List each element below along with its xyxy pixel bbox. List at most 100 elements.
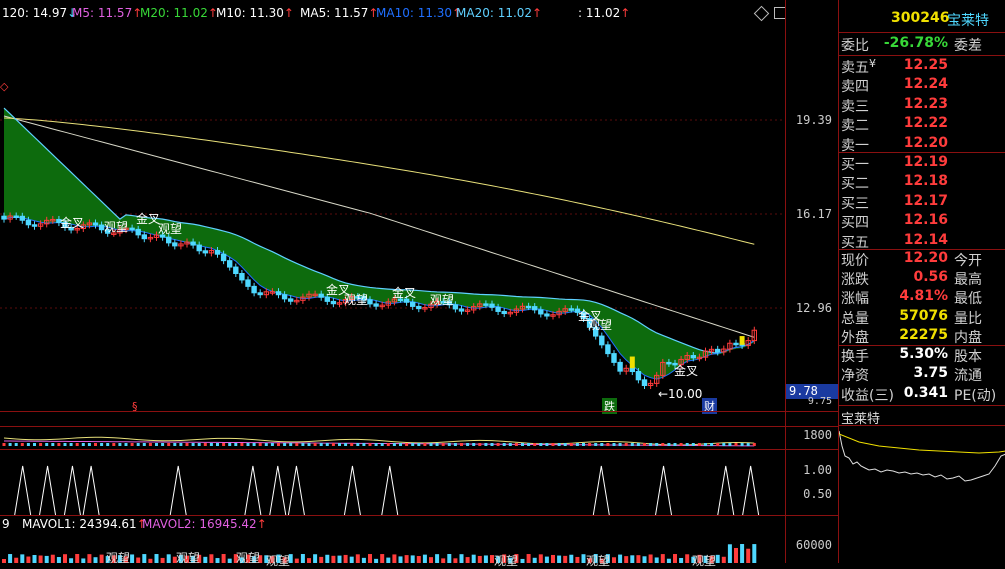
mavol-bar (526, 554, 531, 563)
bid-row: 买三 12.17 (839, 193, 1005, 213)
ma120-label: 120: 14.97↓ (2, 6, 77, 20)
mavol-bar (453, 558, 458, 563)
ask-row-label: 卖二 (841, 118, 869, 135)
mavol-bar (215, 558, 220, 563)
volume-bar (618, 443, 622, 446)
signal-spike (244, 465, 262, 516)
volume-bar (588, 443, 592, 446)
mavol-bar (459, 554, 464, 563)
mavol-bar (331, 555, 336, 563)
signal-spike (592, 465, 610, 516)
candle-body (489, 303, 495, 308)
intraday-mini-chart[interactable] (839, 426, 1005, 563)
volume-bar (374, 443, 378, 446)
event-marker-icon[interactable]: ◇ (0, 80, 8, 93)
stock-name[interactable]: 宝莱特 (947, 10, 989, 30)
intraday-price-line (839, 430, 1005, 482)
candle-body (495, 306, 501, 312)
volume-bar (594, 443, 598, 446)
watch-label: 观望 (344, 293, 369, 307)
weibi-value: -26.78% (883, 35, 948, 51)
candle-body (617, 361, 623, 372)
chart-area[interactable]: 120: 14.97↓ M5: 11.57↑ M20: 11.02↑ M10: … (0, 0, 838, 568)
mavol-bar (642, 556, 647, 563)
mavol-bar (618, 554, 623, 563)
volume-bar (661, 443, 665, 446)
mavol-bar (721, 556, 726, 563)
mavol-bar (300, 554, 305, 563)
ma20b-label: MA20: 11.02↑ (456, 6, 542, 20)
mavol-bar (544, 556, 549, 563)
up-arrow-icon: ↑ (283, 6, 294, 20)
mavol2-label: MAVOL2: 16945.42↑ (142, 517, 267, 531)
mavol-bar (32, 555, 37, 563)
mavol-bar (337, 555, 342, 563)
mavol2-value: MAVOL2: 16945.42 (142, 517, 257, 531)
volume-bar (673, 443, 677, 446)
volume-bar (679, 443, 683, 446)
watch-label: 观望 (494, 554, 519, 568)
watch-label: 观望 (176, 551, 201, 565)
stat-row-label: 涨幅 (841, 291, 869, 308)
candle-body (458, 308, 465, 312)
volume-bar (209, 443, 213, 446)
volume-bar (472, 443, 476, 446)
mavol-bar (636, 555, 641, 563)
signal-spike (14, 465, 32, 516)
bid-row: 买二 12.18 (839, 173, 1005, 193)
volume-bar (191, 443, 195, 446)
mavol-bar (715, 554, 720, 563)
pane-separator (0, 426, 838, 427)
mavol-bar (50, 554, 55, 563)
stock-title: 300246 宝莱特 (839, 10, 1005, 30)
volume-bar (740, 443, 744, 446)
candle-body (501, 310, 507, 315)
mavol-bar (666, 558, 671, 563)
ma5-value: MA5: 11.57 (300, 6, 369, 20)
volume-bar (136, 443, 140, 446)
mavol-bar (14, 557, 19, 563)
bid-row: 买四 12.16 (839, 212, 1005, 232)
mavol-bar (648, 554, 653, 563)
candle-body (275, 291, 282, 296)
signal-spike (39, 465, 57, 516)
panel-divider (839, 405, 1005, 406)
mavol-bar (654, 557, 659, 563)
pane-separator (0, 449, 838, 450)
volume-bar (612, 443, 616, 446)
mavol-bar (38, 555, 43, 563)
volume-bar (277, 443, 280, 446)
mavol-bar (148, 558, 153, 563)
golden-cross-label: 金叉 (60, 216, 85, 230)
candle-body (19, 215, 26, 221)
volume-bar (173, 443, 177, 446)
mavol-bar (142, 554, 147, 563)
stat2-row-value: 0.341 (903, 384, 948, 401)
candle-body (288, 298, 294, 302)
volume-bar (697, 443, 701, 446)
mavol-bar (563, 555, 568, 563)
up-arrow-icon: ↑ (532, 6, 543, 20)
mavol-bar (26, 556, 31, 563)
signal-spike (287, 465, 305, 516)
candle-body (544, 313, 550, 317)
stat2-row-right-label: PE(动) (954, 387, 997, 404)
volume-bar (405, 443, 409, 446)
stat-row: 涨幅 4.81% 最低 (839, 288, 1005, 308)
yen-icon: ¥ (869, 57, 876, 70)
ask-row-value: 12.22 (903, 115, 948, 132)
mavol-bar (313, 554, 318, 563)
panel-divider (839, 32, 1005, 33)
mavol-bar (734, 547, 738, 563)
volume-bar (441, 443, 445, 446)
ask-row: 卖二 12.22 (839, 115, 1005, 135)
ask-row: 卖三 12.23 (839, 96, 1005, 116)
volume-bar (386, 443, 390, 446)
watch-label: 观望 (586, 554, 611, 568)
mavol-bar (471, 554, 476, 563)
volume-bar (240, 443, 244, 446)
pane-separator (0, 515, 838, 516)
stat-row-right-label: 最高 (954, 272, 982, 289)
volume-bar (2, 443, 6, 446)
kline-chart[interactable] (0, 0, 838, 563)
